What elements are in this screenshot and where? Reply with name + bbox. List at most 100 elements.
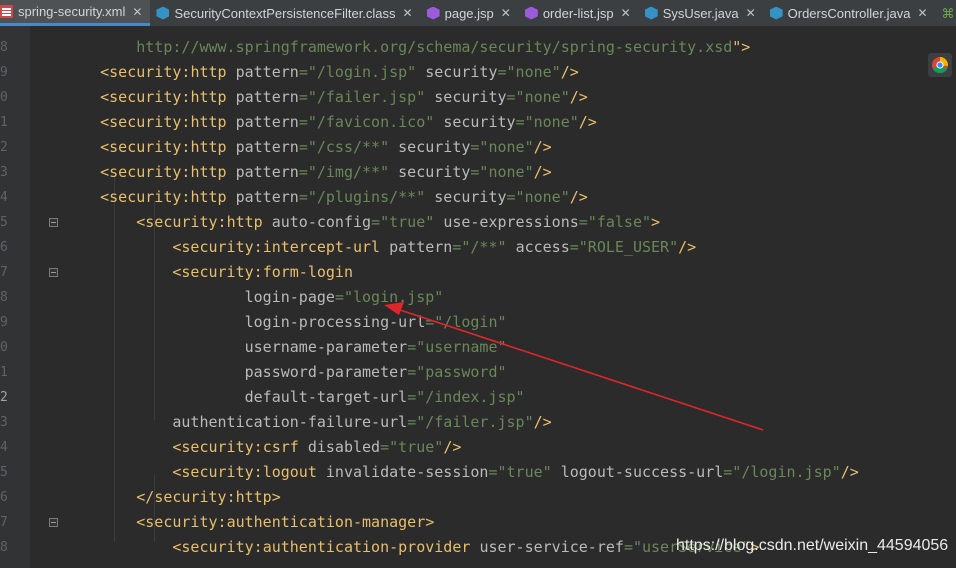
code-token: security xyxy=(109,188,182,206)
close-icon[interactable]: ✕ xyxy=(501,6,511,20)
code-token: security xyxy=(145,513,218,531)
watermark-text: https://blog.csdn.net/weixin_44594056 xyxy=(676,537,949,554)
code-line[interactable]: <security:http pattern="/failer.jsp" sec… xyxy=(64,85,588,110)
code-token: /> xyxy=(569,188,588,206)
code-token: pattern xyxy=(235,63,299,81)
code-token: security xyxy=(181,238,254,256)
code-token: /> xyxy=(443,438,462,456)
tab-order-list-jsp[interactable]: order-list.jsp ✕ xyxy=(519,0,639,26)
tab-sysuser-java[interactable]: SysUser.java ✕ xyxy=(639,0,764,26)
code-line[interactable]: <security:logout invalidate-session="tru… xyxy=(64,460,858,485)
code-token: security xyxy=(181,263,254,281)
code-line[interactable]: <security:http pattern="/login.jsp" secu… xyxy=(64,60,579,85)
code-token: ="/login.jsp" xyxy=(298,63,417,81)
code-line[interactable]: default-target-url="/index.jsp" xyxy=(64,385,525,410)
code-line[interactable]: <security:http pattern="/css/**" securit… xyxy=(64,135,552,160)
code-token: ="/img/**" xyxy=(298,163,390,181)
code-token: pattern xyxy=(235,88,299,106)
code-line[interactable]: <security:authentication-provider user-s… xyxy=(64,535,759,560)
code-token: ="/login" xyxy=(425,313,507,331)
line-number: 6 xyxy=(0,490,8,505)
java-class-icon xyxy=(644,6,658,20)
code-token: ="/failer.jsp" xyxy=(298,88,426,106)
code-token: http xyxy=(226,213,272,231)
code-line[interactable]: <security:http pattern="/favicon.ico" se… xyxy=(64,110,597,135)
code-token: : xyxy=(217,213,227,231)
code-line[interactable]: <security:form-login xyxy=(64,260,353,285)
tab-label: order-list.jsp xyxy=(542,5,614,21)
code-line[interactable]: <security:intercept-url pattern="/**" ac… xyxy=(64,235,696,260)
code-token: ="true" xyxy=(380,438,444,456)
code-token: authentication-provider xyxy=(262,538,480,556)
tab-spring-security-xml[interactable]: spring-security.xml ✕ xyxy=(0,0,151,26)
code-token: ="password" xyxy=(407,363,507,381)
code-line[interactable]: <security:authentication-manager> xyxy=(64,510,434,535)
close-icon[interactable]: ✕ xyxy=(917,6,927,20)
code-token: </ xyxy=(136,488,155,506)
code-token: pattern xyxy=(235,113,299,131)
browser-preview-button[interactable] xyxy=(928,53,952,77)
code-line[interactable]: username-parameter="username" xyxy=(64,335,507,360)
code-token: default-target-url xyxy=(244,388,408,406)
fold-marker-icon[interactable] xyxy=(49,518,58,527)
code-token: ="/index.jsp" xyxy=(407,388,525,406)
line-number: 2 xyxy=(0,140,8,155)
jsp-file-icon xyxy=(524,6,538,20)
more-tabs-icon[interactable]: ⌘ xyxy=(936,0,956,26)
tab-label: SysUser.java xyxy=(662,5,739,21)
code-line[interactable]: <security:http pattern="/img/**" securit… xyxy=(64,160,552,185)
fold-marker-icon[interactable] xyxy=(49,218,58,227)
code-line[interactable]: <security:http auto-config="true" use-ex… xyxy=(64,210,660,235)
line-number: 8 xyxy=(0,540,8,555)
code-token: form-login xyxy=(262,263,353,281)
code-line[interactable]: login-processing-url="/login" xyxy=(64,310,507,335)
code-editor[interactable]: http://www.springframework.org/schema/se… xyxy=(30,26,956,568)
code-line[interactable]: <security:http pattern="/plugins/**" sec… xyxy=(64,185,588,210)
code-line[interactable]: authentication-failure-url="/failer.jsp"… xyxy=(64,410,551,435)
line-number: 1 xyxy=(0,115,8,130)
close-icon[interactable]: ✕ xyxy=(132,5,142,19)
tab-orderscontroller-java[interactable]: OrdersController.java ✕ xyxy=(764,0,936,26)
code-token: security xyxy=(109,163,182,181)
code-line[interactable]: password-parameter="password" xyxy=(64,360,507,385)
tab-page-jsp[interactable]: page.jsp ✕ xyxy=(421,0,519,26)
code-token: < xyxy=(136,513,146,531)
code-line[interactable]: http://www.springframework.org/schema/se… xyxy=(64,35,750,60)
close-icon[interactable]: ✕ xyxy=(621,6,631,20)
code-token: auto-config xyxy=(271,213,372,231)
code-line[interactable]: <security:csrf disabled="true"/> xyxy=(64,435,461,460)
code-token: > xyxy=(425,513,435,531)
code-token: security xyxy=(181,438,254,456)
code-token: : xyxy=(253,438,263,456)
code-token: ="/failer.jsp" xyxy=(407,413,534,431)
code-token: security xyxy=(181,463,254,481)
tab-label: OrdersController.java xyxy=(787,5,911,21)
code-token: /> xyxy=(533,163,552,181)
code-token: pattern xyxy=(235,188,299,206)
code-token: > xyxy=(271,488,281,506)
code-token: < xyxy=(100,63,110,81)
line-number: 8 xyxy=(0,290,8,305)
code-line[interactable]: </security:http> xyxy=(64,485,281,510)
tab-securitycontextpersistencefilter-class[interactable]: SecurityContextPersistenceFilter.class ✕ xyxy=(150,0,420,26)
code-token: /> xyxy=(678,238,697,256)
line-number: 4 xyxy=(0,440,8,455)
close-icon[interactable]: ✕ xyxy=(403,6,413,20)
close-icon[interactable]: ✕ xyxy=(746,6,756,20)
code-token: security xyxy=(443,113,516,131)
code-line[interactable]: login-page="login.jsp" xyxy=(64,285,444,310)
code-token: ="false" xyxy=(578,213,652,231)
fold-marker-icon[interactable] xyxy=(49,268,58,277)
code-token: ="none" xyxy=(515,113,579,131)
code-token: : xyxy=(253,263,263,281)
